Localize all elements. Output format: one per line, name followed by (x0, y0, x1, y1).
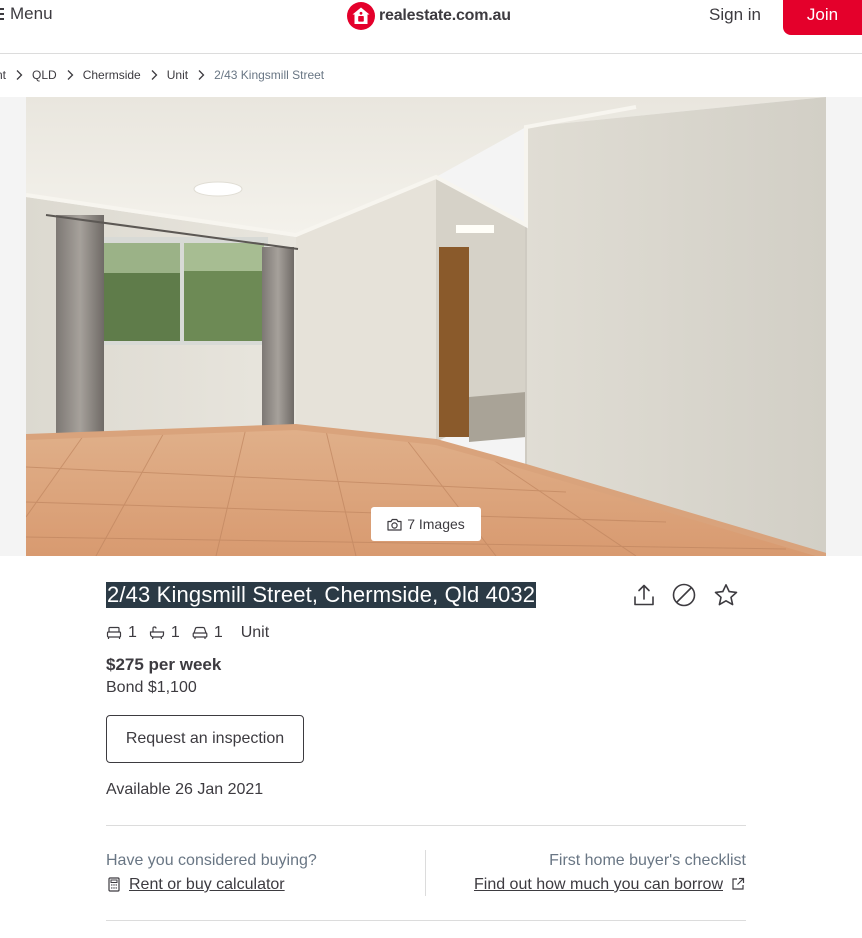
bath-icon (149, 626, 165, 640)
external-link-icon (730, 876, 746, 892)
save-property-button[interactable] (711, 580, 741, 610)
available-date: Available 26 Jan 2021 (106, 781, 264, 798)
breadcrumb-item-chermside[interactable]: Chermside (83, 68, 141, 82)
divider (106, 825, 746, 826)
star-icon (714, 584, 738, 606)
calculator-icon (106, 876, 122, 893)
house-logo-icon (347, 2, 375, 30)
camera-icon (387, 518, 402, 531)
request-inspection-button[interactable]: Request an inspection (106, 715, 304, 763)
borrow-calculator-link[interactable]: Find out how much you can borrow (474, 876, 723, 894)
menu-label: Menu (10, 4, 53, 23)
buying-question: Have you considered buying? (106, 852, 317, 869)
car-spaces-feature: 1 (192, 624, 223, 642)
rent-or-buy-calculator-link[interactable]: Rent or buy calculator (129, 876, 285, 894)
site-header: Menu realestate.com.au Sign in Join (0, 0, 862, 54)
chevron-right-icon (63, 66, 77, 84)
breadcrumb-item-qld[interactable]: QLD (32, 68, 57, 82)
first-home-checklist-label: First home buyer's checklist (549, 852, 746, 869)
car-spaces-count: 1 (213, 624, 223, 641)
site-logo[interactable]: realestate.com.au (347, 2, 511, 30)
bedrooms-count: 1 (128, 624, 137, 641)
sign-in-link[interactable]: Sign in (709, 5, 761, 25)
share-icon (634, 584, 654, 606)
bathrooms-feature: 1 (149, 624, 180, 642)
join-button[interactable]: Join (783, 0, 862, 35)
car-icon (192, 626, 208, 639)
chevron-right-icon (12, 66, 26, 84)
menu-button[interactable]: Menu (0, 4, 53, 24)
property-address-title: 2/43 Kingsmill Street, Chermside, Qld 40… (106, 582, 537, 608)
breadcrumb: nt QLD Chermside Unit 2/43 Kingsmill Str… (0, 66, 324, 84)
share-button[interactable] (629, 580, 659, 610)
bed-icon (106, 626, 122, 639)
divider (106, 920, 746, 921)
property-type: Unit (240, 624, 270, 641)
hide-icon (672, 583, 696, 607)
rent-price: $275 per week (106, 655, 222, 674)
room-photo-illustration (26, 97, 826, 556)
property-photo[interactable] (26, 97, 826, 556)
view-images-button[interactable]: 7 Images (371, 507, 481, 541)
images-count-label: 7 Images (407, 516, 465, 532)
breadcrumb-item-rent[interactable]: nt (0, 68, 6, 82)
property-features: 1 1 1 Unit (106, 623, 269, 643)
hamburger-icon (0, 8, 4, 20)
chevron-right-icon (147, 66, 161, 84)
breadcrumb-item-unit[interactable]: Unit (167, 68, 188, 82)
photo-gallery (0, 97, 862, 556)
bathrooms-count: 1 (170, 624, 180, 641)
bond-amount: Bond $1,100 (106, 679, 197, 696)
hide-property-button[interactable] (669, 580, 699, 610)
breadcrumb-item-current: 2/43 Kingsmill Street (214, 68, 325, 82)
bedrooms-feature: 1 (106, 624, 137, 642)
chevron-right-icon (194, 66, 208, 84)
vertical-divider (425, 850, 426, 896)
logo-wordmark: realestate.com.au (379, 7, 511, 24)
